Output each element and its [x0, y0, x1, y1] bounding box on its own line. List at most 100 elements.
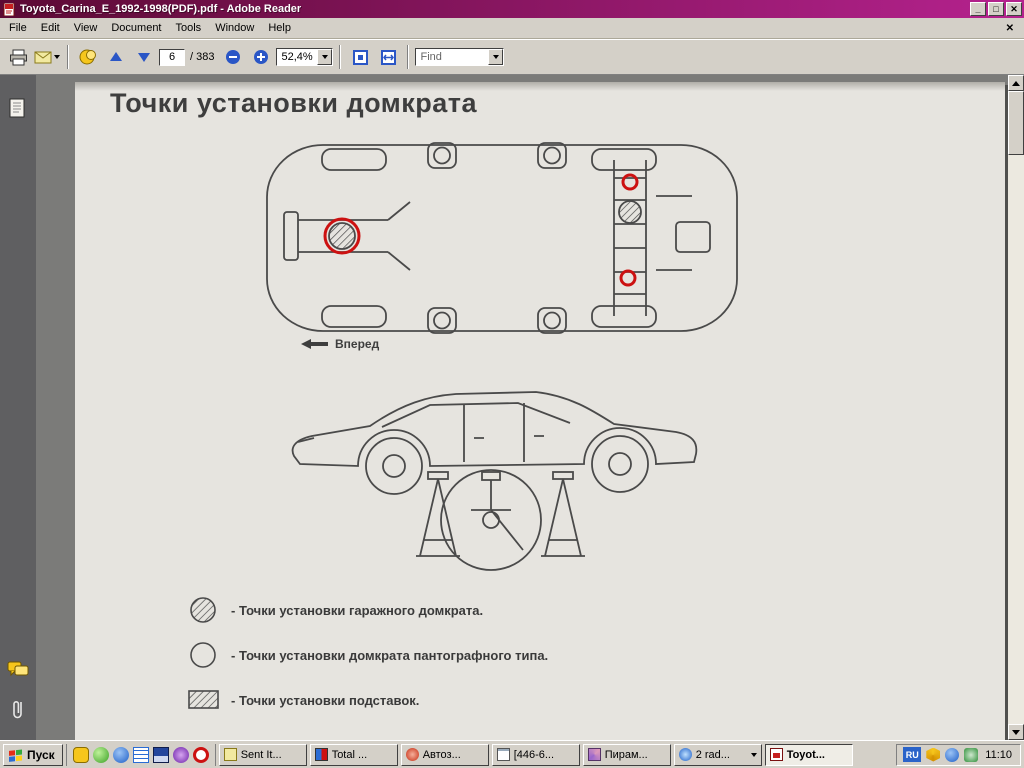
- jack-stand-right: [541, 472, 585, 556]
- actual-size-icon: [352, 49, 369, 66]
- zoom-dropdown-button[interactable]: [317, 49, 332, 65]
- zoom-in-button[interactable]: [248, 44, 274, 70]
- document-viewport[interactable]: Точки установки домкрата: [36, 75, 1008, 740]
- legend-text: - Точки установки подставок.: [231, 693, 419, 708]
- icq-icon[interactable]: [93, 747, 109, 763]
- attachments-panel-button[interactable]: [6, 698, 30, 722]
- scrollbar-track[interactable]: [1008, 91, 1024, 724]
- save-icon[interactable]: [153, 747, 169, 763]
- wheel-front-left: [322, 149, 386, 170]
- email-icon: [34, 51, 52, 64]
- media-player-icon[interactable]: [173, 747, 189, 763]
- browser-icon: [406, 748, 419, 761]
- find-combo[interactable]: Find: [415, 48, 504, 66]
- arrow-left-icon: [301, 339, 329, 349]
- toolbar-separator: [67, 45, 69, 69]
- picture-tasks-button[interactable]: [75, 44, 101, 70]
- front-crossmember: [284, 202, 410, 270]
- page-number-input[interactable]: [159, 49, 185, 66]
- scroll-up-button[interactable]: [1008, 75, 1024, 91]
- titlebar[interactable]: Toyota_Carina_E_1992-1998(PDF).pdf - Ado…: [0, 0, 1024, 18]
- menu-tools[interactable]: Tools: [169, 19, 209, 37]
- sill-jack-points: [428, 143, 566, 333]
- actual-size-button[interactable]: [347, 44, 373, 70]
- zoom-level-combo[interactable]: 52,4%: [276, 48, 333, 66]
- pantograph-jack-point-icon: [187, 641, 221, 669]
- maximize-icon: □: [993, 4, 998, 15]
- zoom-out-button[interactable]: [220, 44, 246, 70]
- rear-wheel: [592, 436, 648, 492]
- printer-icon: [9, 49, 28, 66]
- messenger-icon[interactable]: [73, 747, 89, 763]
- menu-view[interactable]: View: [67, 19, 105, 37]
- legend: - Точки установки гаражного домкрата. - …: [187, 596, 548, 714]
- jack-stand-left: [416, 472, 460, 556]
- task-toyota-pdf[interactable]: Toyot...: [765, 744, 853, 766]
- task-label: Total ...: [332, 749, 367, 761]
- menu-help[interactable]: Help: [261, 19, 298, 37]
- fit-width-button[interactable]: [375, 44, 401, 70]
- antivirus-icon[interactable]: [926, 748, 940, 762]
- spreadsheet-icon[interactable]: [133, 747, 149, 763]
- front-wheel: [366, 438, 422, 494]
- email-button[interactable]: [33, 44, 61, 70]
- email-dropdown-icon: [54, 55, 60, 59]
- scrollbar-thumb[interactable]: [1008, 91, 1024, 155]
- task-label: Sent It...: [241, 749, 282, 761]
- task-label: 2 rad...: [696, 749, 730, 761]
- vertical-scrollbar[interactable]: [1008, 75, 1024, 740]
- menubar: File Edit View Document Tools Window Hel…: [0, 18, 1024, 39]
- task-446[interactable]: [446-6...: [492, 744, 580, 766]
- arrow-up-icon: [1012, 81, 1020, 86]
- language-indicator[interactable]: RU: [903, 747, 921, 762]
- arrow-down-icon: [137, 50, 151, 64]
- system-tray: RU 11:10: [896, 744, 1021, 766]
- maximize-button[interactable]: □: [988, 2, 1004, 16]
- mail-icon: [224, 748, 237, 761]
- document-close-icon[interactable]: ✕: [998, 23, 1022, 34]
- adobe-reader-window: Toyota_Carina_E_1992-1998(PDF).pdf - Ado…: [0, 0, 1024, 768]
- previous-page-button[interactable]: [103, 44, 129, 70]
- close-button[interactable]: ✕: [1006, 2, 1022, 16]
- task-radio-group[interactable]: 2 rad...: [674, 744, 762, 766]
- internet-explorer-icon[interactable]: [113, 747, 129, 763]
- menu-file[interactable]: File: [2, 19, 34, 37]
- chevron-down-icon: [322, 55, 328, 59]
- next-page-button[interactable]: [131, 44, 157, 70]
- legend-item: - Точки установки подставок.: [187, 686, 548, 714]
- close-icon: ✕: [1010, 4, 1018, 15]
- print-button[interactable]: [5, 44, 31, 70]
- task-piram[interactable]: Пирам...: [583, 744, 671, 766]
- task-label: Автоз...: [423, 749, 461, 761]
- clock: 11:10: [983, 749, 1012, 761]
- direction-label: Вперед: [335, 337, 379, 351]
- legend-text: - Точки установки домкрата пантографного…: [231, 648, 548, 663]
- stand-point-icon: [187, 686, 221, 714]
- task-total-commander[interactable]: Total ...: [310, 744, 398, 766]
- group-expand-icon: [751, 753, 757, 757]
- scroll-down-button[interactable]: [1008, 724, 1024, 740]
- minimize-icon: _: [975, 4, 980, 15]
- network-icon[interactable]: [945, 748, 959, 762]
- arrow-up-icon: [109, 50, 123, 64]
- menu-edit[interactable]: Edit: [34, 19, 67, 37]
- document-icon: [497, 748, 510, 761]
- page-total-label: / 383: [190, 51, 214, 63]
- menu-document[interactable]: Document: [104, 19, 168, 37]
- menu-window[interactable]: Window: [208, 19, 261, 37]
- pages-panel-button[interactable]: [6, 97, 30, 121]
- start-button[interactable]: Пуск: [3, 744, 63, 766]
- opera-icon[interactable]: [193, 747, 209, 763]
- task-label: Пирам...: [605, 749, 648, 761]
- garage-jack-point-icon: [187, 596, 221, 624]
- task-avtoz[interactable]: Автоз...: [401, 744, 489, 766]
- pdf-page: Точки установки домкрата: [75, 82, 1005, 740]
- door-lines: [464, 403, 524, 462]
- find-dropdown-button[interactable]: [488, 49, 503, 65]
- garage-jack: [441, 470, 541, 570]
- task-sent-items[interactable]: Sent It...: [219, 744, 307, 766]
- minimize-button[interactable]: _: [970, 2, 986, 16]
- volume-icon[interactable]: [964, 748, 978, 762]
- legend-item: - Точки установки гаражного домкрата.: [187, 596, 548, 624]
- comments-panel-button[interactable]: [6, 658, 30, 682]
